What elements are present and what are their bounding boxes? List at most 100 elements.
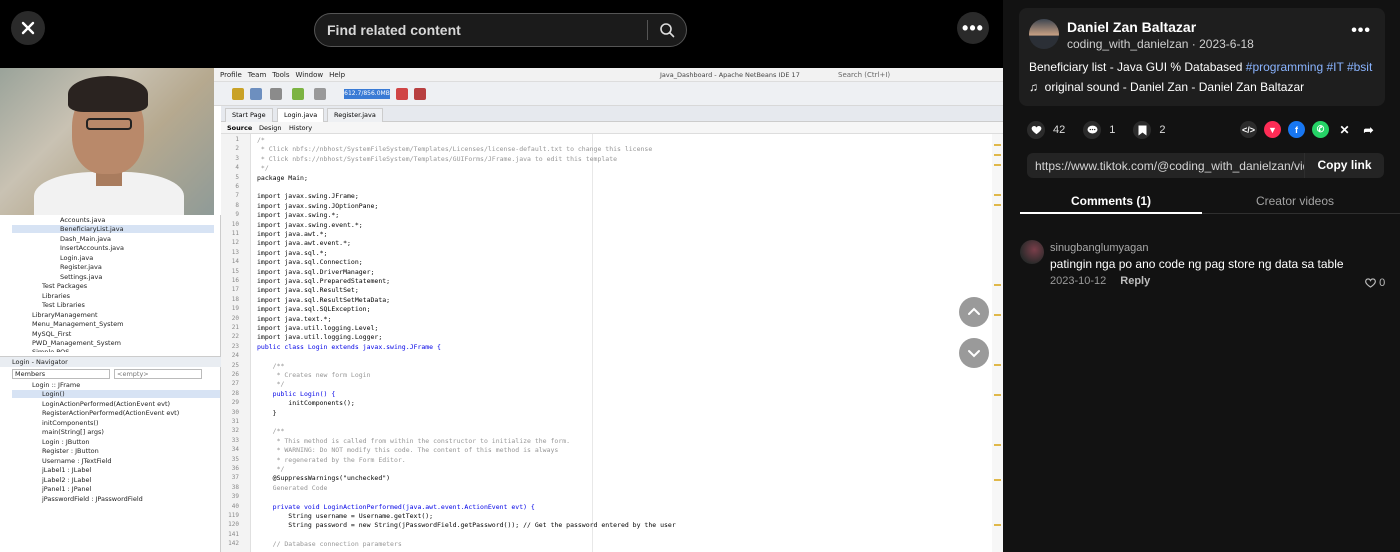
line-number: 35 xyxy=(231,455,239,463)
hashtag-link[interactable]: #IT xyxy=(1326,60,1343,74)
line-number: 39 xyxy=(231,493,239,501)
line-number: 30 xyxy=(231,408,239,416)
tree-item: Accounts.java xyxy=(60,216,106,224)
hashtag-link[interactable]: #bsit xyxy=(1347,60,1372,74)
editor-tab: Login.java xyxy=(277,108,325,122)
line-number: 11 xyxy=(231,230,239,237)
gc-icon xyxy=(396,88,408,100)
build-icon xyxy=(270,88,282,100)
post-more-button[interactable]: ••• xyxy=(1351,22,1371,40)
copy-link-box: https://www.tiktok.com/@coding_with_dani… xyxy=(1027,153,1384,178)
line-number: 34 xyxy=(231,446,239,454)
post-description: Beneficiary list - Java GUI % Databased … xyxy=(1029,60,1372,74)
line-number: 6 xyxy=(235,183,239,190)
close-icon xyxy=(21,21,35,35)
search-button[interactable] xyxy=(648,22,686,38)
code-line: import javax.swing.*; xyxy=(257,211,340,220)
more-options-button[interactable]: ••• xyxy=(957,12,989,44)
code-line: String password = new String(jPasswordFi… xyxy=(257,521,676,530)
tree-item: InsertAccounts.java xyxy=(60,244,124,252)
x-twitter-icon[interactable]: ✕ xyxy=(1336,121,1353,138)
post-sidebar: Daniel Zan Baltazar coding_with_danielza… xyxy=(1003,0,1400,552)
code-line: import java.sql.SQLException; xyxy=(257,305,371,314)
comment-button[interactable]: 1 xyxy=(1083,121,1115,139)
hashtag-link[interactable]: #programming xyxy=(1246,60,1323,74)
close-button[interactable] xyxy=(11,11,45,45)
share-arrow-icon[interactable]: ➦ xyxy=(1360,121,1377,138)
next-video-button[interactable] xyxy=(959,338,989,368)
navigator-item: Login :: JFrame xyxy=(32,381,81,389)
navigator-item: jLabel2 : JLabel xyxy=(42,476,92,484)
author-avatar[interactable] xyxy=(1029,19,1059,49)
line-number: 141 xyxy=(228,530,239,538)
copy-link-button[interactable]: Copy link xyxy=(1304,153,1384,178)
line-number: 142 xyxy=(228,540,239,548)
commenter-avatar[interactable] xyxy=(1020,240,1044,264)
previous-video-button[interactable] xyxy=(959,297,989,327)
editor-tab: Register.java xyxy=(327,108,383,122)
embed-icon[interactable]: </> xyxy=(1240,121,1257,138)
tree-item: Register.java xyxy=(60,263,102,271)
line-number: 32 xyxy=(231,427,239,435)
navigator-filter: Members xyxy=(12,369,110,379)
video-player[interactable]: Profile Team Tools Window Help Java_Dash… xyxy=(0,68,1003,552)
comment-like-button[interactable]: 0 xyxy=(1365,277,1385,289)
post-date: 2023-6-18 xyxy=(1199,37,1254,51)
navigator-item: Login() xyxy=(12,390,220,398)
code-line: */ xyxy=(257,380,285,389)
navigator-item: Login : JButton xyxy=(42,438,90,446)
line-number: 26 xyxy=(231,371,239,378)
repost-icon[interactable]: ▼ xyxy=(1264,121,1281,138)
code-line: // Database connection parameters xyxy=(257,540,402,549)
like-button[interactable]: 42 xyxy=(1027,121,1065,139)
tab-creator-videos[interactable]: Creator videos xyxy=(1204,194,1386,208)
sound-title: original sound - Daniel Zan - Daniel Zan… xyxy=(1044,80,1305,94)
line-number: 13 xyxy=(231,248,239,256)
line-number: 22 xyxy=(231,333,239,341)
line-number: 33 xyxy=(231,436,239,444)
tab-comments[interactable]: Comments (1) xyxy=(1020,194,1202,208)
code-line: * WARNING: Do NOT modify this code. The … xyxy=(257,446,559,455)
line-number: 1 xyxy=(235,136,239,143)
reply-button[interactable]: Reply xyxy=(1120,275,1150,287)
navigator-item: RegisterActionPerformed(ActionEvent evt) xyxy=(42,409,180,417)
line-number: 3 xyxy=(235,154,239,162)
line-number: 9 xyxy=(235,211,239,219)
heart-outline-icon xyxy=(1365,278,1376,288)
line-number: 23 xyxy=(231,342,239,350)
open-project-icon xyxy=(250,88,262,100)
navigator-empty: <empty> xyxy=(114,369,202,379)
tree-item: PWD_Management_System xyxy=(32,339,121,347)
whatsapp-icon[interactable]: ✆ xyxy=(1312,121,1329,138)
post-url: https://www.tiktok.com/@coding_with_dani… xyxy=(1035,158,1304,173)
facebook-icon[interactable]: f xyxy=(1288,121,1305,138)
like-count: 42 xyxy=(1053,124,1066,136)
search-input[interactable] xyxy=(315,22,647,38)
author-name[interactable]: Daniel Zan Baltazar xyxy=(1067,19,1196,35)
line-number: 120 xyxy=(228,521,239,529)
code-line: import java.sql.ResultSet; xyxy=(257,286,359,295)
comment-count: 1 xyxy=(1109,124,1116,136)
code-line: package Main; xyxy=(257,173,308,182)
code-line: import java.sql.Connection; xyxy=(257,258,363,267)
line-number: 10 xyxy=(231,220,239,228)
line-number: 25 xyxy=(231,361,239,369)
commenter-name[interactable]: sinugbanglumyagan xyxy=(1050,242,1148,254)
code-line: */ xyxy=(257,164,269,173)
search-icon xyxy=(660,23,675,38)
tree-item: Login.java xyxy=(60,254,94,262)
code-line: @SuppressWarnings("unchecked") xyxy=(257,474,391,483)
tree-item: Menu_Management_System xyxy=(32,320,124,328)
author-handle[interactable]: coding_with_danielzan xyxy=(1067,37,1188,51)
debug-icon xyxy=(314,88,326,100)
sound-link[interactable]: ♫ original sound - Daniel Zan - Daniel Z… xyxy=(1029,80,1304,94)
share-row: </> ▼ f ✆ ✕ ➦ xyxy=(1240,121,1384,138)
description-text: Beneficiary list - Java GUI % Databased xyxy=(1029,60,1246,74)
search-bar[interactable] xyxy=(314,13,687,47)
comment-meta: 2023-10-12 Reply xyxy=(1050,275,1150,287)
ide-menubar: Profile Team Tools Window Help Java_Dash… xyxy=(214,68,1003,82)
save-button[interactable]: 2 xyxy=(1133,121,1166,139)
code-line: import java.awt.*; xyxy=(257,230,328,238)
ide-menu-item: Window xyxy=(295,70,324,79)
chevron-up-icon xyxy=(968,307,980,315)
